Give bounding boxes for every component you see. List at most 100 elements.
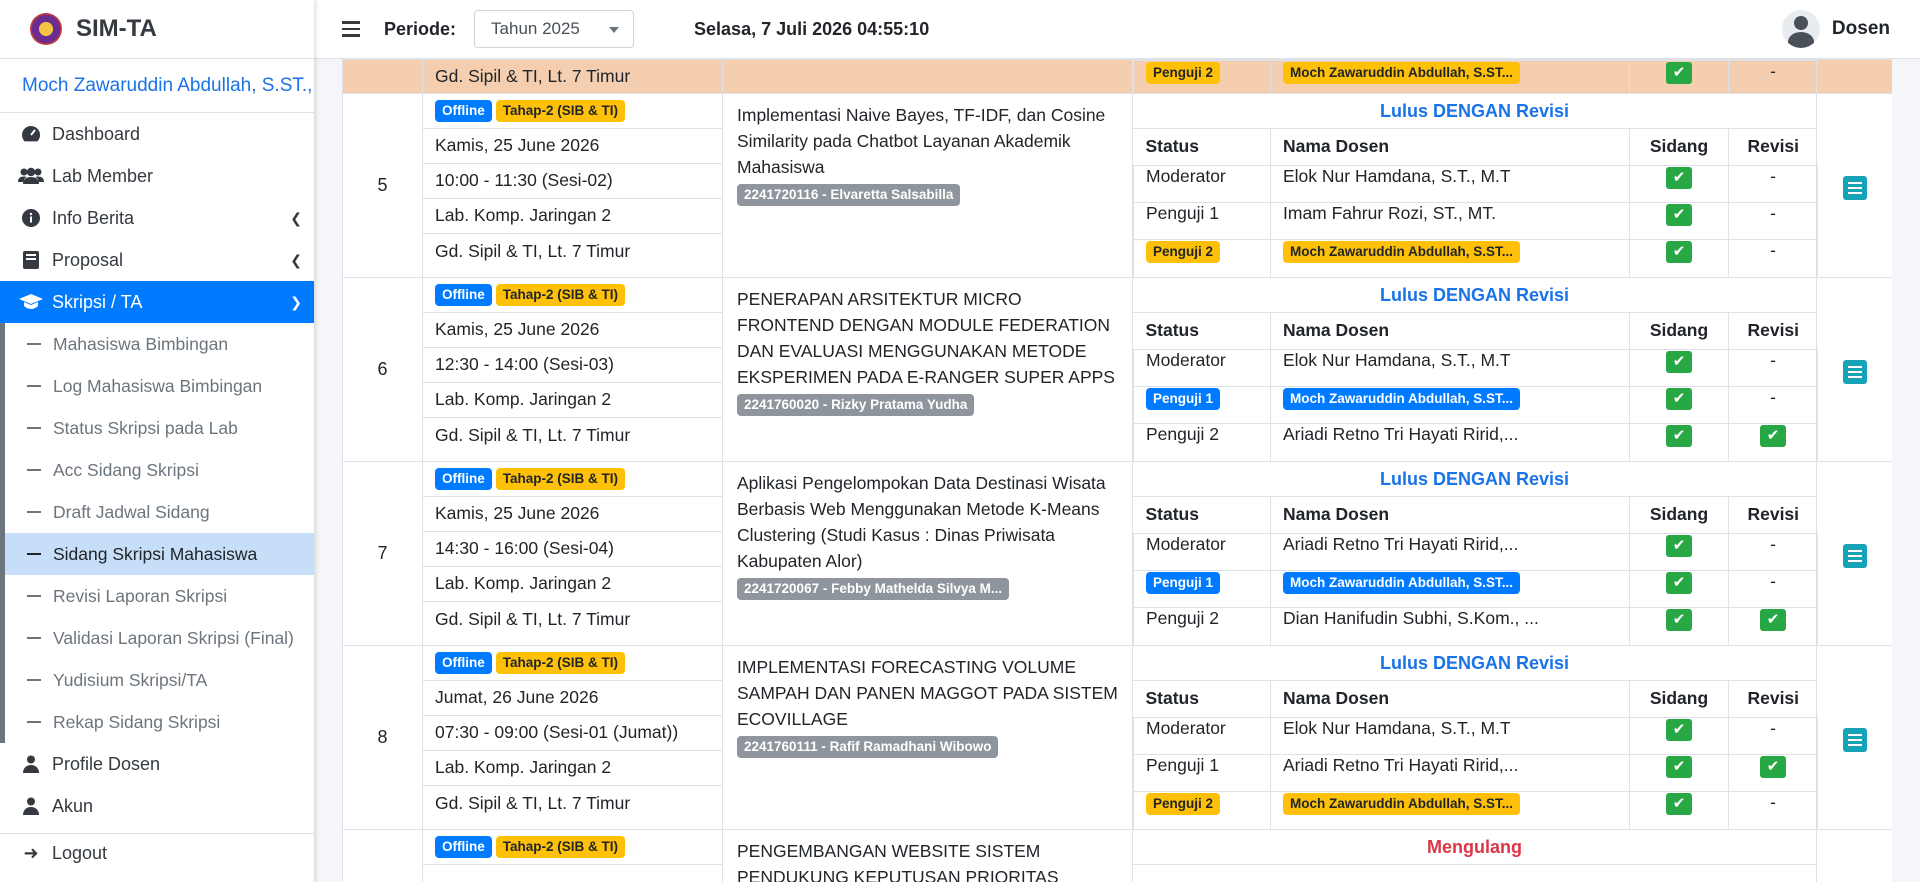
submenu-item-status-skripsi-lab[interactable]: Status Skripsi pada Lab <box>5 407 314 449</box>
penguji-status: Moderator <box>1133 717 1271 755</box>
nim-badge: 2241760020 - Rizky Pratama Yudha <box>737 393 975 416</box>
sidebar-item-akun[interactable]: Akun <box>0 785 314 827</box>
row-info: Offline Tahap-2 (SIB & TI) Jumat, 26 Jun… <box>422 644 723 830</box>
submenu-label: Log Mahasiswa Bimbingan <box>53 375 263 396</box>
badge-group: Offline Tahap-2 (SIB & TI) <box>423 94 722 129</box>
brand-name: SIM-TA <box>76 15 157 42</box>
sidebar-item-label: Logout <box>52 842 108 863</box>
chevron-left-icon: ❮ <box>290 251 302 268</box>
detail-list-icon[interactable] <box>1842 543 1867 568</box>
row-number <box>342 828 423 882</box>
status-badge: Penguji 2 <box>1146 62 1221 84</box>
periode-select[interactable]: Tahun 2025 <box>474 10 635 48</box>
hasil-sidang: Lulus DENGAN Revisi <box>1133 278 1816 313</box>
submenu-label: Mahasiswa Bimbingan <box>53 333 229 354</box>
info-ruang: Lab. Komp. Jaringan 2 <box>423 383 722 418</box>
detail-list-icon[interactable] <box>1842 359 1867 384</box>
submenu-item-sidang-skripsi-mahasiswa[interactable]: Sidang Skripsi Mahasiswa <box>5 533 314 575</box>
user-name-link[interactable]: Moch Zawaruddin Abdullah, S.ST., M <box>0 59 314 113</box>
row-judul: IMPLEMENTASI FORECASTING VOLUME SAMPAH D… <box>722 644 1133 830</box>
penguji-nama: Ariadi Retno Tri Hayati Ririd,... <box>1270 533 1630 571</box>
brand[interactable]: SIM-TA <box>0 0 314 59</box>
info-line <box>423 865 722 882</box>
check-icon: ✔ <box>1666 608 1692 631</box>
hasil-sidang: Lulus DENGAN Revisi <box>1133 462 1816 497</box>
penguji-status: Penguji 2 <box>1133 423 1271 461</box>
row-action <box>1816 644 1892 830</box>
university-logo-icon <box>30 13 62 45</box>
revisi-value: - <box>1728 60 1818 93</box>
row-penguji: Penguji 2 Moch Zawaruddin Abdullah, S.ST… <box>1132 59 1818 94</box>
penguji-status: Penguji 1 <box>1133 202 1271 240</box>
revisi-value: - <box>1728 717 1818 755</box>
badge-group: Offline Tahap-2 (SIB & TI) <box>423 830 722 865</box>
user-profile-menu[interactable]: Dosen <box>1781 10 1890 48</box>
penguji-status: Penguji 2 <box>1133 607 1271 645</box>
table-row: 8 Offline Tahap-2 (SIB & TI) Jumat, 26 J… <box>342 644 1892 830</box>
check-icon: ✔ <box>1666 571 1692 594</box>
info-circle-icon <box>18 209 44 227</box>
check-icon: ✔ <box>1666 424 1692 447</box>
dash-icon <box>27 343 41 345</box>
judul-text: Implementasi Naive Bayes, TF-IDF, dan Co… <box>737 104 1106 177</box>
row-judul: Aplikasi Pengelompokan Data Destinasi Wi… <box>722 460 1133 646</box>
badge-group: Offline Tahap-2 (SIB & TI) <box>423 646 722 681</box>
header-revisi: Revisi <box>1728 312 1818 350</box>
nim-badge: 2241720067 - Febby Mathelda Silvya M... <box>737 577 1010 600</box>
row-action <box>1816 276 1892 462</box>
row-info: Gd. Sipil & TI, Lt. 7 Timur <box>422 59 723 94</box>
check-icon: ✔ <box>1666 61 1692 84</box>
submenu-item-yudisium[interactable]: Yudisium Skripsi/TA <box>5 659 314 701</box>
nim-badge: 2241720116 - Elvaretta Salsabilla <box>737 183 961 206</box>
detail-list-icon[interactable] <box>1842 727 1867 752</box>
submenu-item-rekap-sidang-skripsi[interactable]: Rekap Sidang Skripsi <box>5 701 314 743</box>
chevron-left-icon: ❮ <box>290 209 302 226</box>
row-penguji: Mengulang <box>1132 828 1817 882</box>
detail-list-icon[interactable] <box>1842 175 1867 200</box>
submenu-item-acc-sidang-skripsi[interactable]: Acc Sidang Skripsi <box>5 449 314 491</box>
table-row: Gd. Sipil & TI, Lt. 7 Timur Penguji 2 Mo… <box>342 59 1892 94</box>
graduation-cap-icon <box>18 293 44 311</box>
sidebar-item-proposal[interactable]: Proposal ❮ <box>0 239 314 281</box>
row-judul <box>722 59 1133 94</box>
user-tie-icon <box>18 755 44 773</box>
user-role: Dosen <box>1831 18 1890 39</box>
row-info: Offline Tahap-2 (SIB & TI) Kamis, 25 Jun… <box>422 92 723 278</box>
judul-text: PENGEMBANGAN WEBSITE SISTEM PENDUKUNG KE… <box>737 840 1059 882</box>
sidebar-item-profile-dosen[interactable]: Profile Dosen <box>0 743 314 785</box>
submenu-item-log-mahasiswa-bimbingan[interactable]: Log Mahasiswa Bimbingan <box>5 365 314 407</box>
info-sesi: 14:30 - 16:00 (Sesi-04) <box>423 532 722 567</box>
tahap-badge: Tahap-2 (SIB & TI) <box>495 283 626 306</box>
table-row: 5 Offline Tahap-2 (SIB & TI) Kamis, 25 J… <box>342 92 1892 278</box>
row-number: 8 <box>342 644 423 830</box>
submenu-item-validasi-laporan-skripsi[interactable]: Validasi Laporan Skripsi (Final) <box>5 617 314 659</box>
menu-toggle-icon[interactable] <box>342 21 360 37</box>
sidebar-item-info-berita[interactable]: Info Berita ❮ <box>0 197 314 239</box>
info-ruang: Lab. Komp. Jaringan 2 <box>423 567 722 602</box>
row-number: 5 <box>342 92 423 278</box>
sidebar-item-label: Akun <box>52 795 94 816</box>
submenu-item-draft-jadwal-sidang[interactable]: Draft Jadwal Sidang <box>5 491 314 533</box>
submenu-item-revisi-laporan-skripsi[interactable]: Revisi Laporan Skripsi <box>5 575 314 617</box>
sidebar-item-logout[interactable]: ➜ Logout <box>0 834 314 872</box>
header-nama: Nama Dosen <box>1270 128 1630 166</box>
dosen-badge: Moch Zawaruddin Abdullah, S.ST... <box>1283 793 1521 815</box>
submenu-item-mahasiswa-bimbingan[interactable]: Mahasiswa Bimbingan <box>5 323 314 365</box>
row-info: Offline Tahap-2 (SIB & TI) <box>422 828 723 882</box>
info-gedung: Gd. Sipil & TI, Lt. 7 Timur <box>435 240 631 261</box>
dash-icon <box>27 385 41 387</box>
sidebar-item-skripsi-ta[interactable]: Skripsi / TA ❯ <box>0 281 314 323</box>
status-badge: Penguji 1 <box>1146 572 1221 594</box>
row-action <box>1816 59 1892 94</box>
sidebar-item-lab-member[interactable]: Lab Member <box>0 155 314 197</box>
dash-icon <box>27 469 41 471</box>
sidebar-item-dashboard[interactable]: Dashboard <box>0 113 314 155</box>
check-icon: ✔ <box>1666 755 1692 778</box>
row-info: Offline Tahap-2 (SIB & TI) Kamis, 25 Jun… <box>422 276 723 462</box>
current-datetime: Selasa, 7 Juli 2026 04:55:10 <box>694 18 930 39</box>
penguji-nama: Elok Nur Hamdana, S.T., M.T <box>1270 349 1630 387</box>
info-ruang: Lab. Komp. Jaringan 2 <box>423 751 722 786</box>
info-sesi: 07:30 - 09:00 (Sesi-01 (Jumat)) <box>423 716 722 751</box>
revisi-value: - <box>1728 349 1818 387</box>
row-action <box>1816 92 1892 278</box>
